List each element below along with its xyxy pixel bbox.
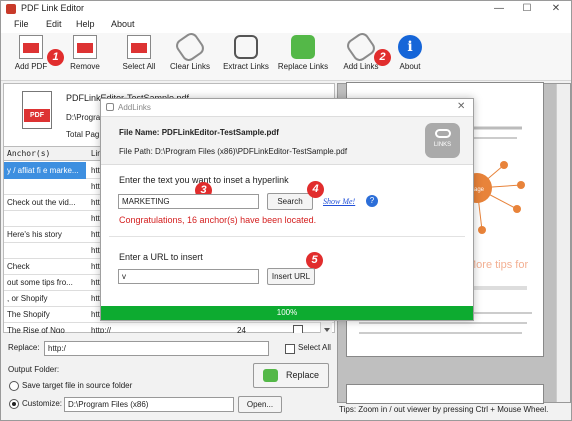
dialog-title-bar: AddLinks ✕ bbox=[101, 99, 473, 116]
replace-button[interactable]: Replace bbox=[253, 363, 329, 388]
dialog-app-icon bbox=[106, 103, 114, 111]
bottom-options: Replace: http:/ Select All Output Folder… bbox=[1, 335, 335, 421]
chain-link-icon bbox=[173, 30, 207, 64]
svg-text:More tips for: More tips for bbox=[467, 259, 528, 271]
close-button[interactable]: ✕ bbox=[545, 1, 567, 17]
customize-label: Customize: bbox=[22, 399, 63, 408]
next-pdf-page bbox=[346, 384, 544, 404]
app-window: PDF Link Editor — ☐ ✕ File Edit Help Abo… bbox=[0, 0, 572, 421]
show-me-link[interactable]: Show Me! bbox=[323, 197, 355, 206]
callout-1-badge: 1 bbox=[47, 49, 64, 66]
menu-edit[interactable]: Edit bbox=[46, 19, 62, 29]
hyperlink-text-input[interactable]: MARKETING bbox=[118, 194, 259, 209]
customize-radio[interactable] bbox=[9, 399, 19, 409]
menu-file[interactable]: File bbox=[14, 19, 29, 29]
menu-about[interactable]: About bbox=[111, 19, 135, 29]
select-all-checkbox[interactable] bbox=[285, 344, 295, 354]
dialog-file-name-row: File Name: PDFLinkEditor-TestSample.pdf bbox=[119, 128, 279, 137]
extract-link-icon bbox=[234, 35, 258, 59]
pdf-file-icon bbox=[22, 91, 52, 129]
pdf-app-icon bbox=[6, 4, 16, 14]
anchor-cell[interactable] bbox=[4, 210, 86, 227]
toolbar: Add PDF 1 Remove Select All Clear Links … bbox=[1, 30, 571, 81]
row-checkbox[interactable] bbox=[293, 325, 303, 333]
links-icon: LINKS bbox=[425, 123, 460, 158]
output-path-input[interactable]: D:\Program Files (x86) bbox=[64, 397, 234, 412]
green-arrow-icon bbox=[291, 35, 315, 59]
replace-label: Replace: bbox=[8, 343, 40, 352]
add-link-icon bbox=[344, 30, 378, 64]
clear-links-button[interactable]: Clear Links bbox=[169, 30, 211, 71]
viewer-scrollbar[interactable] bbox=[556, 84, 570, 402]
dialog-file-path-row: File Path: D:\Program Files (x86)\PDFLin… bbox=[119, 147, 347, 156]
url-input[interactable]: v bbox=[118, 269, 259, 284]
link-cell[interactable]: http:// bbox=[88, 322, 128, 333]
select-all-button[interactable]: Select All bbox=[118, 35, 160, 71]
anchor-column-header: Anchor(s) bbox=[7, 149, 51, 158]
document-total-pages: Total Pag bbox=[66, 130, 100, 139]
anchor-cell[interactable]: Here's his story bbox=[4, 226, 86, 243]
anchor-cell[interactable]: , or Shopify bbox=[4, 290, 86, 307]
anchor-cell[interactable] bbox=[4, 242, 86, 259]
output-folder-label: Output Folder: bbox=[8, 365, 60, 374]
chain-link-icon bbox=[434, 129, 451, 138]
dialog-title: AddLinks bbox=[118, 103, 151, 112]
minimize-button[interactable]: — bbox=[488, 1, 510, 17]
dialog-file-name-label: File Name: bbox=[119, 128, 160, 137]
add-pdf-icon bbox=[19, 35, 43, 59]
url-prompt: Enter a URL to insert bbox=[119, 252, 203, 262]
info-icon: i bbox=[398, 35, 422, 59]
select-all-label: Select All bbox=[298, 343, 331, 352]
anchor-cell[interactable]: out some tips fro... bbox=[4, 274, 86, 291]
help-icon[interactable]: ? bbox=[366, 195, 378, 207]
anchor-cell[interactable]: Check bbox=[4, 258, 86, 275]
replace-input[interactable]: http:/ bbox=[44, 341, 269, 356]
save-source-label: Save target file in source folder bbox=[22, 381, 133, 390]
callout-5-badge: 5 bbox=[306, 252, 323, 269]
select-all-icon bbox=[127, 35, 151, 59]
title-bar: PDF Link Editor — ☐ ✕ bbox=[1, 1, 571, 17]
anchor-cell[interactable]: The Rise of Ngo bbox=[4, 322, 86, 333]
maximize-button[interactable]: ☐ bbox=[516, 1, 538, 17]
dialog-file-info: File Name: PDFLinkEditor-TestSample.pdf … bbox=[101, 116, 473, 165]
add-pdf-button[interactable]: Add PDF bbox=[13, 35, 49, 71]
anchor-cell[interactable] bbox=[4, 178, 86, 195]
callout-2-badge: 2 bbox=[374, 49, 391, 66]
replace-links-button[interactable]: Replace Links bbox=[277, 35, 329, 71]
anchor-cell[interactable]: The Shopify bbox=[4, 306, 86, 323]
save-source-radio[interactable] bbox=[9, 381, 19, 391]
chevron-down-icon[interactable] bbox=[320, 322, 332, 333]
dialog-file-name-value: PDFLinkEditor-TestSample.pdf bbox=[161, 128, 279, 137]
anchor-cell[interactable]: Check out the vid... bbox=[4, 194, 86, 211]
open-folder-button[interactable]: Open... bbox=[238, 396, 282, 413]
dialog-file-path-value: D:\Program Files (x86)\PDFLinkEditor-Tes… bbox=[155, 147, 348, 156]
remove-button[interactable]: Remove bbox=[67, 35, 103, 71]
add-links-dialog: AddLinks ✕ File Name: PDFLinkEditor-Test… bbox=[100, 98, 474, 321]
anchors-found-message: Congratulations, 16 anchor(s) have been … bbox=[119, 215, 317, 225]
search-button[interactable]: Search bbox=[267, 193, 313, 210]
dialog-separator bbox=[109, 236, 465, 237]
insert-url-button[interactable]: Insert URL bbox=[267, 268, 315, 285]
menu-bar: File Edit Help About bbox=[1, 17, 571, 33]
callout-4-badge: 4 bbox=[307, 181, 324, 198]
remove-pdf-icon bbox=[73, 35, 97, 59]
page-cell: 24 bbox=[237, 326, 246, 333]
table-row[interactable]: The Rise of Ngo http:// 24 bbox=[4, 322, 334, 333]
menu-help[interactable]: Help bbox=[76, 19, 95, 29]
dialog-close-button[interactable]: ✕ bbox=[457, 101, 465, 112]
extract-links-button[interactable]: Extract Links bbox=[221, 35, 271, 71]
anchor-cell[interactable]: y / afliat fi e marke... bbox=[4, 162, 86, 179]
links-icon-label: LINKS bbox=[433, 142, 452, 148]
window-title: PDF Link Editor bbox=[21, 3, 85, 13]
about-button[interactable]: i About bbox=[396, 35, 424, 71]
replace-arrow-icon bbox=[262, 369, 278, 383]
progress-bar: 100% bbox=[101, 306, 473, 320]
dialog-file-path-label: File Path: bbox=[119, 147, 153, 156]
viewer-tips: Tips: Zoom in / out viewer by pressing C… bbox=[339, 405, 549, 414]
